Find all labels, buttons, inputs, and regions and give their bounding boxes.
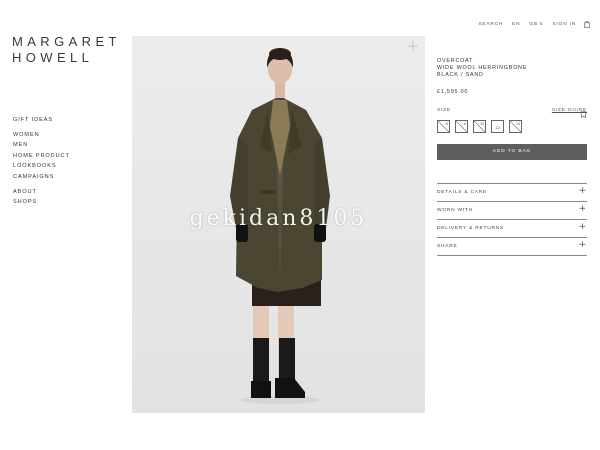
nav-item-about[interactable]: ABOUT: [13, 187, 37, 197]
nav-item-campaigns[interactable]: CAMPAIGNS: [13, 172, 70, 182]
accordion-label: WORN WITH: [437, 208, 473, 213]
language-select[interactable]: EN: [512, 22, 520, 27]
accordion-label: DELIVERY & RETURNS: [437, 226, 505, 231]
product-name-line-3: BLACK / SAND: [437, 72, 484, 79]
nav-group-main: WOMEN MEN HOME PRODUCT LOOKBOOKS CAMPAIG…: [13, 130, 70, 182]
zoom-plus-icon[interactable]: [407, 40, 419, 52]
watermark-text: gekidan8105: [189, 206, 368, 231]
size-option-8[interactable]: 8: [455, 119, 468, 133]
nav-group-gifts: GIFT IDEAS: [13, 115, 53, 125]
shopping-bag-icon[interactable]: [584, 21, 590, 28]
brand-line-1: MARGARET: [12, 34, 121, 49]
accordion-worn-with[interactable]: WORN WITH +: [437, 201, 587, 219]
accordion-label: DETAILS & CARE: [437, 190, 488, 195]
size-option-12[interactable]: 12: [491, 119, 504, 133]
size-option-14[interactable]: 14: [509, 119, 522, 133]
expand-plus-icon: +: [578, 186, 587, 196]
brand-line-2: HOWELL: [12, 50, 94, 65]
product-price: £1,595.00: [437, 88, 469, 95]
product-photo[interactable]: gekidan8105: [132, 36, 425, 413]
nav-item-women[interactable]: WOMEN: [13, 130, 70, 140]
nav-group-info: ABOUT SHOPS: [13, 187, 37, 208]
accordion-label: SHARE: [437, 244, 458, 249]
utility-bar: SEARCH EN GB £ SIGN IN: [469, 21, 590, 28]
nav-item-home-product[interactable]: HOME PRODUCT: [13, 151, 70, 161]
size-header: SIZE SIZE GUIDE: [437, 108, 587, 116]
product-name-line-2: WIDE WOOL HERRINGBONE: [437, 65, 528, 72]
expand-plus-icon: +: [578, 204, 587, 214]
unavailable-slash-icon: [456, 120, 467, 132]
nav-item-lookbooks[interactable]: LOOKBOOKS: [13, 161, 70, 171]
product-name: OVERCOAT WIDE WOOL HERRINGBONE BLACK / S…: [437, 58, 587, 80]
nav-item-shops[interactable]: SHOPS: [13, 197, 37, 207]
product-name-line-1: OVERCOAT: [437, 58, 474, 64]
accordion-delivery-returns[interactable]: DELIVERY & RETURNS +: [437, 219, 587, 237]
unavailable-slash-icon: [474, 120, 485, 132]
currency-select[interactable]: GB £: [529, 22, 543, 27]
expand-plus-icon: +: [578, 222, 587, 232]
size-option-10[interactable]: 10: [473, 119, 486, 133]
nav-item-men[interactable]: MEN: [13, 140, 70, 150]
accordion-share[interactable]: SHARE +: [437, 237, 587, 255]
size-option-label: 12: [495, 124, 500, 130]
size-selector: 6 8 10 12 14: [437, 110, 587, 134]
search-link[interactable]: SEARCH: [478, 22, 503, 27]
bookmark-icon[interactable]: [581, 110, 586, 118]
accordion-divider: [437, 255, 587, 256]
product-panel: OVERCOAT WIDE WOOL HERRINGBONE BLACK / S…: [437, 58, 587, 160]
unavailable-slash-icon: [510, 120, 521, 132]
unavailable-slash-icon: [438, 120, 449, 132]
add-to-bag-button[interactable]: ADD TO BAG: [437, 143, 587, 160]
accordion-details-care[interactable]: DETAILS & CARE +: [437, 183, 587, 201]
sign-in-link[interactable]: SIGN IN: [553, 22, 576, 27]
expand-plus-icon: +: [578, 240, 587, 250]
brand-logo[interactable]: MARGARET HOWELL: [12, 34, 121, 66]
size-label: SIZE: [437, 107, 451, 113]
nav-item-gift-ideas[interactable]: GIFT IDEAS: [13, 115, 53, 125]
size-option-6[interactable]: 6: [437, 119, 450, 133]
